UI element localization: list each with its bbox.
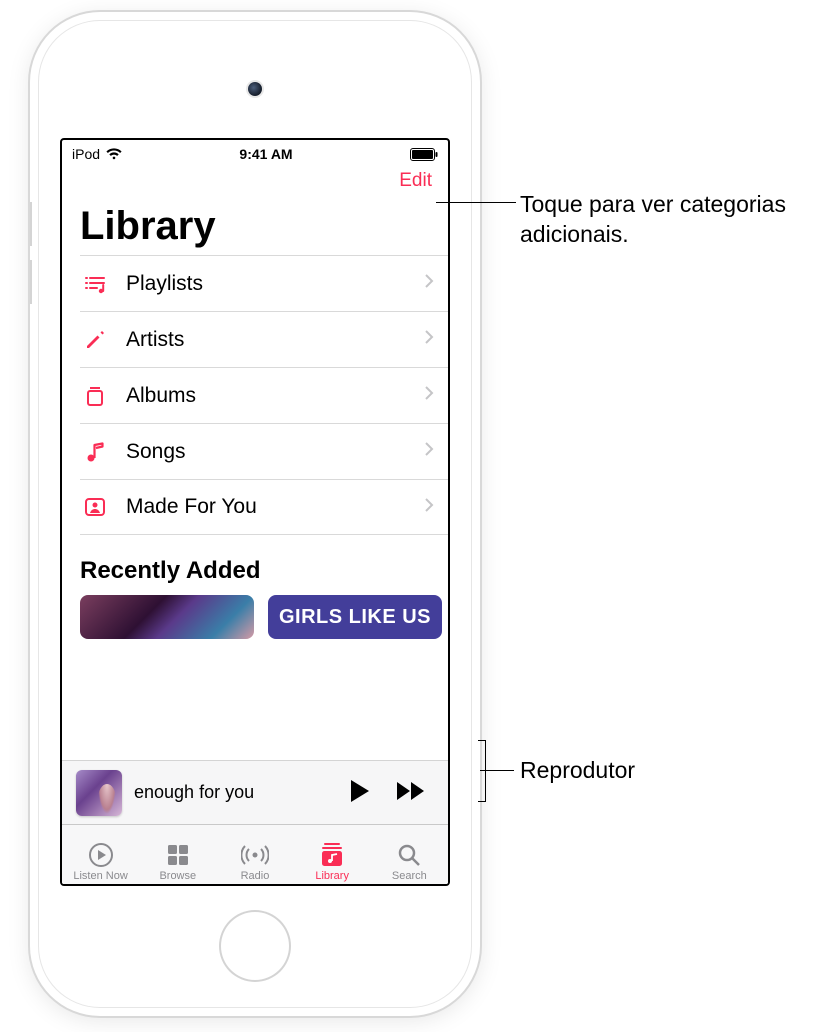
tab-listen-now[interactable]: Listen Now [62,842,139,882]
play-circle-icon [88,842,114,868]
playlist-icon [80,272,110,296]
nav-bar: Edit [62,166,448,192]
now-playing-artwork [76,770,122,816]
album-icon [80,384,110,408]
category-artists[interactable]: Artists [80,311,448,367]
tab-label: Library [315,870,349,882]
tab-search[interactable]: Search [371,842,448,882]
category-list: Playlists Artists Albums [62,255,448,535]
front-camera [248,82,262,96]
grid-icon [166,842,190,868]
callout-leader [480,770,514,771]
chevron-right-icon [424,497,434,518]
tab-bar: Listen Now Browse Radio Library [62,824,448,884]
radio-icon [241,842,269,868]
recently-added-header: Recently Added [62,535,448,595]
tab-radio[interactable]: Radio [216,842,293,882]
carrier-label: iPod [72,146,100,162]
category-label: Artists [126,328,424,352]
tab-label: Search [392,870,427,882]
category-made-for-you[interactable]: Made For You [80,479,448,535]
callout-leader [436,202,516,203]
category-label: Songs [126,440,424,464]
search-icon [397,842,421,868]
mini-player[interactable]: enough for you [62,760,448,824]
chevron-right-icon [424,441,434,462]
play-button[interactable] [342,774,378,811]
next-track-button[interactable] [390,776,434,809]
made-for-you-icon [80,495,110,519]
ipod-device: iPod 9:41 AM Edit Library [30,12,480,1016]
wifi-icon [106,148,122,160]
category-albums[interactable]: Albums [80,367,448,423]
status-bar: iPod 9:41 AM [62,140,448,166]
clock: 9:41 AM [239,146,292,162]
home-hw-button [219,910,291,982]
callout-player: Reprodutor [520,756,635,786]
category-songs[interactable]: Songs [80,423,448,479]
category-label: Albums [126,384,424,408]
volume-down-hw-button [30,260,32,304]
artist-icon [80,328,110,352]
now-playing-title: enough for you [134,782,330,803]
chevron-right-icon [424,329,434,350]
tab-label: Radio [241,870,270,882]
tab-label: Listen Now [73,870,127,882]
tab-label: Browse [159,870,196,882]
category-label: Made For You [126,495,424,519]
tab-library[interactable]: Library [294,842,371,882]
screen: iPod 9:41 AM Edit Library [60,138,450,886]
tab-browse[interactable]: Browse [139,842,216,882]
callout-edit: Toque para ver categorias adicionais. [520,190,810,250]
library-icon [319,842,345,868]
chevron-right-icon [424,273,434,294]
album-card[interactable] [80,595,254,639]
album-card[interactable]: GIRLS LIKE US [268,595,442,639]
category-playlists[interactable]: Playlists [80,255,448,311]
edit-button[interactable]: Edit [399,170,432,192]
song-icon [80,440,110,464]
page-title: Library [62,192,448,255]
recently-added-row[interactable]: GIRLS LIKE US [62,595,448,639]
battery-icon [410,148,438,161]
volume-up-hw-button [30,202,32,246]
callout-bracket [478,740,486,802]
chevron-right-icon [424,385,434,406]
category-label: Playlists [126,272,424,296]
album-card-title: GIRLS LIKE US [279,606,431,629]
